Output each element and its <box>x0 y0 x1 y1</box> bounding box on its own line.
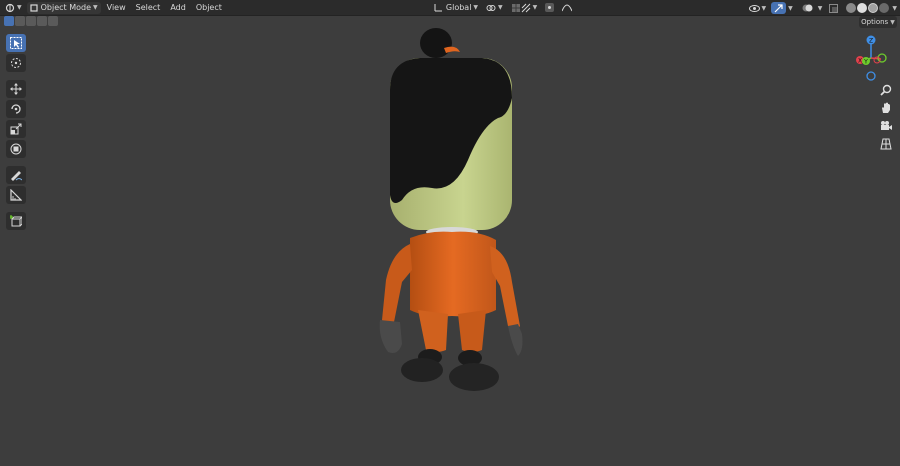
orientation-icon <box>434 4 442 12</box>
viewport-header: ▼ Object Mode ▼ View Select Add Object G… <box>0 0 900 16</box>
select-new-button[interactable] <box>4 16 14 26</box>
overlays-icon <box>802 4 813 12</box>
orientation-label: Global <box>445 3 472 12</box>
3d-cursor-icon <box>10 58 21 68</box>
add-cube-tool[interactable] <box>5 212 26 230</box>
options-label: Options <box>861 18 889 26</box>
measure-tool[interactable] <box>5 186 26 204</box>
snap-grid-icon <box>521 3 531 12</box>
eye-icon <box>748 4 760 12</box>
select-invert-button[interactable] <box>37 16 47 26</box>
gizmo-icon <box>774 3 783 12</box>
chevron-down-icon[interactable]: ▼ <box>788 5 793 12</box>
material-preview-shading-button[interactable] <box>868 3 879 13</box>
header-right-group: ▼ ▼ ▼ ▼ <box>744 2 900 14</box>
transform-orientation-dropdown[interactable]: Global ▼ <box>431 2 481 14</box>
annotate-tool[interactable] <box>5 166 26 184</box>
falloff-dropdown[interactable] <box>559 2 575 14</box>
shading-modes: ▼ <box>843 2 900 14</box>
hand-icon <box>882 102 890 113</box>
wireframe-shading-button[interactable] <box>846 3 857 13</box>
pan-button[interactable] <box>877 100 895 116</box>
chevron-down-icon[interactable]: ▼ <box>818 5 823 12</box>
move-tool[interactable] <box>5 80 26 98</box>
mode-label: Object Mode <box>40 3 92 12</box>
add-cube-icon <box>9 215 22 227</box>
menu-view[interactable]: View <box>103 2 130 14</box>
transform-tool[interactable] <box>5 140 26 158</box>
chevron-down-icon: ▼ <box>93 4 98 11</box>
transform-icon <box>10 143 21 155</box>
chevron-down-icon: ▼ <box>17 4 22 11</box>
select-intersect-button[interactable] <box>48 16 58 26</box>
overlays-toggle[interactable] <box>799 2 816 14</box>
object-mode-icon <box>30 3 38 12</box>
navigation-buttons <box>877 82 895 152</box>
x-axis-label: X <box>858 58 862 65</box>
character-model[interactable] <box>370 20 540 400</box>
rotate-icon <box>10 104 21 114</box>
mode-dropdown[interactable]: Object Mode ▼ <box>26 1 101 14</box>
snap-toggle[interactable]: ▼ <box>508 2 541 14</box>
magnifier-icon <box>880 84 892 96</box>
chevron-down-icon: ▼ <box>532 4 538 11</box>
pencil-icon <box>10 171 22 181</box>
perspective-toggle-button[interactable] <box>877 136 895 152</box>
select-extend-button[interactable] <box>15 16 25 26</box>
xray-icon <box>829 3 839 13</box>
selection-mode-buttons <box>4 16 58 26</box>
navigation-gizmo[interactable]: Z X Y <box>848 34 894 82</box>
3d-viewport-icon <box>5 3 15 12</box>
visibility-dropdown[interactable]: ▼ <box>746 2 770 14</box>
menu-select[interactable]: Select <box>132 2 165 14</box>
tool-shelf <box>5 34 26 232</box>
chevron-down-icon: ▼ <box>890 18 895 26</box>
move-arrows-icon <box>9 83 22 95</box>
scale-icon <box>10 123 21 135</box>
zoom-button[interactable] <box>877 82 895 98</box>
select-subtract-button[interactable] <box>26 16 36 26</box>
chevron-down-icon[interactable]: ▼ <box>892 5 897 12</box>
z-axis-label: Z <box>869 38 873 45</box>
chevron-down-icon: ▼ <box>761 4 767 12</box>
select-box-tool[interactable] <box>5 34 26 52</box>
y-axis-label: Y <box>863 59 868 66</box>
ruler-icon <box>9 189 22 201</box>
grid-perspective-icon <box>880 138 892 150</box>
menu-object[interactable]: Object <box>192 2 226 14</box>
cursor-tool[interactable] <box>5 54 26 72</box>
rendered-shading-button[interactable] <box>879 3 890 13</box>
camera-icon <box>881 121 892 130</box>
link-icon <box>486 4 496 11</box>
chevron-down-icon: ▼ <box>498 4 503 11</box>
chevron-down-icon: ▼ <box>473 4 479 11</box>
snap-icon <box>511 3 520 12</box>
options-dropdown[interactable]: Options ▼ <box>859 16 897 28</box>
cursor-arrow-icon <box>9 37 22 49</box>
rotate-tool[interactable] <box>5 100 26 118</box>
pivot-dropdown[interactable]: ▼ <box>483 2 506 14</box>
scale-tool[interactable] <box>5 120 26 138</box>
editor-type-button[interactable]: ▼ <box>2 2 25 14</box>
falloff-curve-icon <box>562 4 573 12</box>
gizmo-toggle[interactable] <box>771 2 787 14</box>
proportional-edit-toggle[interactable] <box>542 2 557 14</box>
proportional-edit-icon <box>545 3 555 12</box>
camera-view-button[interactable] <box>877 118 895 134</box>
neg-z-axis-handle[interactable] <box>866 71 876 81</box>
menu-add[interactable]: Add <box>166 2 190 14</box>
solid-shading-button[interactable] <box>857 3 868 13</box>
xray-toggle[interactable] <box>826 2 841 14</box>
